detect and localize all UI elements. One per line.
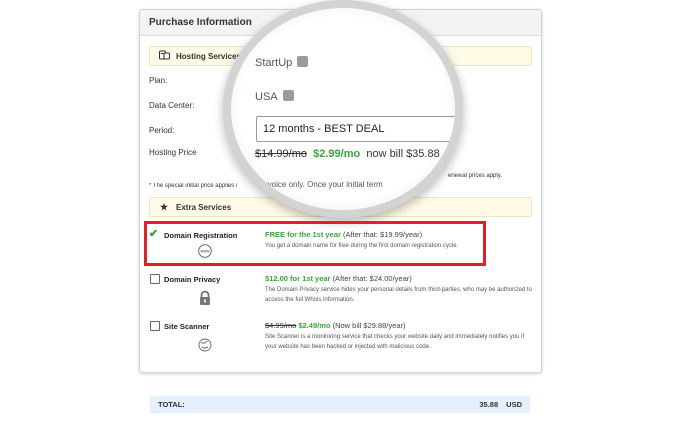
- star-icon: ★: [159, 201, 169, 212]
- padlock-icon: [198, 290, 212, 305]
- total-bar: TOTAL: 35.88 USD: [150, 396, 530, 413]
- domain-privacy-description: The Domain Privacy service hides your pe…: [265, 287, 532, 303]
- site-scanner-name[interactable]: Site Scanner: [164, 322, 209, 331]
- domain-privacy-checkbox[interactable]: [150, 274, 160, 284]
- domain-registration-highlight: [144, 221, 486, 266]
- magnifier-lens: StartUp USA 12 months - BEST DEAL $14.99…: [223, 0, 463, 218]
- period-label: Period:: [149, 126, 175, 135]
- period-select[interactable]: 12 months - BEST DEAL: [256, 116, 455, 142]
- data-center-label: Data Center:: [149, 101, 195, 110]
- hosting-price-label: Hosting Price: [149, 148, 197, 157]
- site-scanner-description: Site Scanner is a monitoring service tha…: [265, 334, 525, 350]
- scanner-globe-icon: [198, 338, 212, 352]
- refresh-icon[interactable]: [282, 90, 294, 101]
- total-label: TOTAL:: [158, 400, 185, 409]
- renewal-note-tail: enewal prices apply.: [448, 173, 502, 179]
- special-price-note-magnified: t invoice only. Once your initial term: [257, 180, 383, 189]
- data-center-value: USA: [255, 90, 294, 103]
- hosting-services-label: Hosting Services: [176, 51, 241, 61]
- purchase-page: Purchase Information Hosting Services Pl…: [0, 0, 680, 421]
- site-scanner-checkbox[interactable]: [150, 321, 160, 331]
- domain-privacy-name[interactable]: Domain Privacy: [164, 275, 220, 284]
- total-amount: 35.88: [479, 400, 499, 409]
- extra-services-label: Extra Services: [176, 202, 232, 212]
- plan-value: StartUp: [255, 56, 309, 69]
- refresh-icon[interactable]: [297, 56, 309, 67]
- site-scanner-price: $4.99/mo $2.49/mo (Now bill $29.88/year): [265, 321, 406, 330]
- plan-label: Plan:: [149, 76, 168, 85]
- domain-privacy-price: $12.00 for 1st year (After that: $24.00/…: [265, 274, 412, 283]
- hosting-price-value: $14.99/mo $2.99/mo now bill $35.88: [255, 148, 440, 160]
- server-icon: [157, 50, 171, 62]
- total-currency: USD: [506, 400, 522, 409]
